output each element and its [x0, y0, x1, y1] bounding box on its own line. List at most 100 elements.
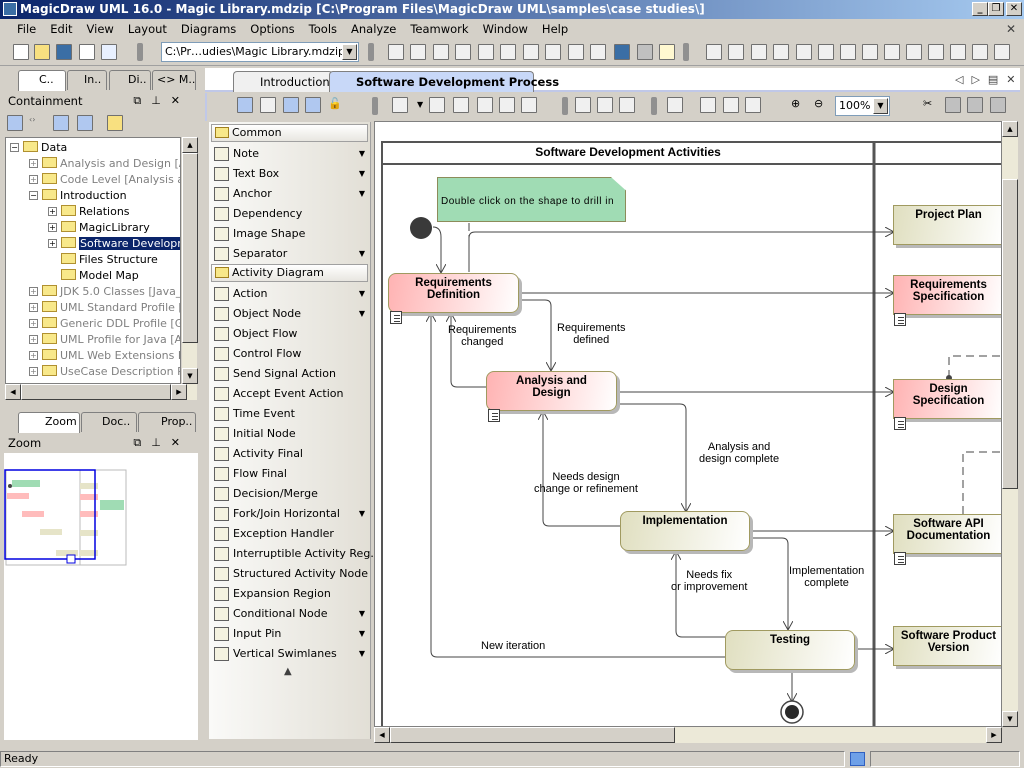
class-diagram-icon[interactable]	[388, 44, 404, 60]
toolbar-grip[interactable]	[683, 43, 689, 61]
more-tools-icon[interactable]: ▼	[359, 144, 365, 164]
send-to-back-icon[interactable]	[723, 97, 739, 113]
scroll-right-button[interactable]: ▶	[171, 384, 187, 400]
minimize-button[interactable]: _	[972, 2, 988, 16]
tab-model-extensions[interactable]: <> M..	[152, 70, 196, 90]
palette-item-input-pin[interactable]: Input Pin ▼	[211, 624, 368, 644]
menu-window[interactable]: Window	[476, 22, 535, 36]
more-tools-icon[interactable]: ▼	[359, 604, 365, 624]
palette-item-interruptible-activity-reg[interactable]: Interruptible Activity Reg…	[211, 544, 381, 564]
communication-diagram-icon[interactable]	[433, 44, 449, 60]
more-tools-icon[interactable]: ▼	[359, 184, 365, 204]
more-tools-icon[interactable]: ▼	[359, 644, 365, 664]
restore-button[interactable]: ❐	[988, 2, 1004, 16]
tree-item[interactable]: + JDK 5.0 Classes [Java_5	[29, 284, 180, 300]
same-height-icon[interactable]	[521, 97, 537, 113]
composite-structure-icon[interactable]	[545, 44, 561, 60]
bezier-icon[interactable]	[619, 97, 635, 113]
oblique-path-icon[interactable]	[575, 97, 591, 113]
forward-icon[interactable]	[637, 44, 653, 60]
palette-item-time-event[interactable]: Time Event	[211, 404, 368, 424]
tree-item[interactable]: Model Map	[48, 268, 139, 284]
hscroll-thumb[interactable]	[21, 384, 171, 400]
action-implementation[interactable]: Implementation	[620, 511, 750, 551]
expand-icon[interactable]: +	[48, 239, 57, 248]
object-software-api-documentation[interactable]: Software API Documentation	[893, 514, 1001, 554]
expand-icon[interactable]: +	[48, 207, 57, 216]
bring-to-front-icon[interactable]	[700, 97, 716, 113]
expand-icon[interactable]: +	[29, 319, 38, 328]
diagram-link-icon[interactable]	[488, 409, 500, 422]
expand-icon[interactable]: +	[29, 335, 38, 344]
object-project-plan[interactable]: Project Plan	[893, 205, 1001, 245]
palette-item-vertical-swimlanes[interactable]: Vertical Swimlanes ▼	[211, 644, 368, 664]
palette-group-activity-diagram[interactable]: Activity Diagram	[211, 264, 368, 282]
palette-item-decision-merge[interactable]: Decision/Merge	[211, 484, 368, 504]
tab-navigation-controls[interactable]: ◁▷▤✕	[955, 73, 1024, 86]
center-horizontal-icon[interactable]	[429, 97, 445, 113]
tree-item[interactable]: + UML Standard Profile [UI	[29, 300, 180, 316]
palette-group-common[interactable]: Common	[211, 124, 368, 142]
tree-item[interactable]: − Data	[10, 140, 67, 156]
same-width-icon[interactable]	[499, 97, 515, 113]
marquee-tool-icon[interactable]	[260, 97, 276, 113]
diagram-link-icon[interactable]	[894, 417, 906, 430]
globe-icon[interactable]	[884, 44, 900, 60]
menu-layout[interactable]: Layout	[121, 22, 174, 36]
paste-icon[interactable]	[967, 97, 983, 113]
layout-icon[interactable]	[392, 97, 408, 113]
panel-controls[interactable]: ⧉⊥✕	[133, 92, 190, 110]
web-icon[interactable]	[928, 44, 944, 60]
protocol-state-diagram-icon[interactable]	[500, 44, 516, 60]
zoom-in-icon[interactable]: ⊕	[791, 97, 807, 113]
tab-zoom[interactable]: Zoom	[18, 412, 80, 433]
hscroll-thumb[interactable]	[390, 727, 675, 743]
tree-item[interactable]: + Generic DDL Profile [Gen	[29, 316, 180, 332]
table-icon[interactable]	[994, 44, 1010, 60]
expand-icon[interactable]: +	[29, 303, 38, 312]
tree-item[interactable]: + Relations	[48, 204, 130, 220]
palette-item-send-signal-action[interactable]: Send Signal Action	[211, 364, 368, 384]
back-icon[interactable]	[614, 44, 630, 60]
palette-item-flow-final[interactable]: Flow Final	[211, 464, 368, 484]
content-icon[interactable]	[840, 44, 856, 60]
palette-item-separator[interactable]: Separator ▼	[211, 244, 368, 264]
palette-item-anchor[interactable]: Anchor ▼	[211, 184, 368, 204]
rectilinear-path-icon[interactable]	[305, 97, 321, 113]
use-case-diagram-icon[interactable]	[410, 44, 426, 60]
scroll-right-button[interactable]: ▶	[986, 727, 1002, 743]
delete-icon[interactable]	[990, 97, 1006, 113]
palette-item-exception-handler[interactable]: Exception Handler	[211, 524, 368, 544]
show-elements-icon[interactable]	[77, 115, 93, 131]
project-combo[interactable]: C:\Pr…udies\Magic Library.mdzip ▼	[161, 42, 359, 62]
pointer-tool-icon[interactable]	[237, 97, 253, 113]
menu-edit[interactable]: Edit	[43, 22, 79, 36]
palette-item-structured-activity-node[interactable]: Structured Activity Node	[211, 564, 368, 584]
diagram-link-icon[interactable]	[894, 552, 906, 565]
component-diagram-icon[interactable]	[568, 44, 584, 60]
tree-item[interactable]: + Analysis and Design [Ana	[29, 156, 180, 172]
scroll-thumb[interactable]	[1002, 179, 1018, 489]
diagram-link-icon[interactable]	[894, 313, 906, 326]
layout-dropdown-icon[interactable]: ▼	[417, 100, 423, 109]
palette-item-action[interactable]: Action ▼	[211, 284, 368, 304]
palette-item-conditional-node[interactable]: Conditional Node ▼	[211, 604, 368, 624]
menu-options[interactable]: Options	[243, 22, 301, 36]
sequence-diagram-icon[interactable]	[455, 44, 471, 60]
more-tools-icon[interactable]: ▼	[359, 284, 365, 304]
scroll-down-button[interactable]: ▼	[1002, 711, 1018, 727]
select-in-tree-icon[interactable]	[745, 97, 761, 113]
scroll-up-button[interactable]: ▲	[1002, 121, 1018, 137]
palette-item-object-node[interactable]: Object Node ▼	[211, 304, 368, 324]
expand-icon[interactable]: +	[29, 351, 38, 360]
doc-icon[interactable]	[751, 44, 767, 60]
relation-map-icon[interactable]	[972, 44, 988, 60]
toolbar-grip[interactable]	[368, 43, 374, 61]
toolbar-grip[interactable]	[372, 97, 378, 115]
object-design-specification[interactable]: Design Specification	[893, 379, 1001, 419]
toolbar-grip[interactable]	[137, 43, 143, 61]
expand-icon[interactable]: +	[29, 367, 38, 376]
auto-sort-icon[interactable]	[7, 115, 23, 131]
palette-item-image-shape[interactable]: Image Shape	[211, 224, 368, 244]
action-testing[interactable]: Testing	[725, 630, 855, 670]
